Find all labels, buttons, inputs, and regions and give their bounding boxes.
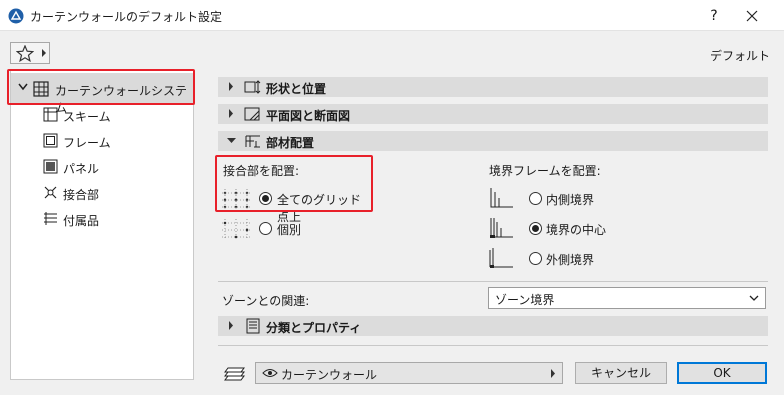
zone-relation-value: ゾーン境界: [495, 293, 555, 307]
zone-relation-select[interactable]: ゾーン境界: [488, 287, 766, 309]
close-icon[interactable]: [746, 10, 758, 22]
caret-right-icon: [42, 49, 46, 57]
layers-icon: [224, 367, 245, 381]
individual-points-icon: [222, 219, 252, 239]
divider: [218, 281, 768, 282]
caret-right-icon: [229, 109, 233, 118]
radio-button[interactable]: [259, 222, 272, 235]
cancel-button[interactable]: キャンセル: [575, 362, 667, 384]
eye-icon: [262, 369, 278, 377]
section-member-placement[interactable]: 部材配置: [218, 131, 768, 151]
highlight-frame-tree: [7, 69, 195, 105]
tree-item-panel[interactable]: パネル: [41, 157, 191, 177]
boundary-center-icon: [490, 218, 513, 238]
tree-item-label: 接合部: [63, 188, 100, 202]
frame-icon: [43, 133, 58, 148]
boundary-heading: 境界フレームを配置:: [489, 164, 601, 178]
tree-item-label: スキーム: [63, 110, 111, 124]
section-shape-position[interactable]: 形状と位置: [218, 77, 768, 97]
favorites-button[interactable]: [10, 42, 50, 64]
zone-label: ゾーンとの関連:: [222, 294, 310, 308]
plan-section-icon: [244, 107, 260, 121]
radio-label: 個別: [277, 223, 302, 237]
chevron-down-icon: [749, 295, 759, 301]
section-label: 部材配置: [266, 136, 315, 150]
tree-item-label: 付属品: [63, 214, 100, 228]
radio-individual[interactable]: 個別: [222, 218, 372, 240]
scheme-icon: [43, 107, 58, 122]
radio-label: 境界の中心: [546, 223, 607, 237]
help-button[interactable]: ?: [700, 5, 728, 27]
window-title: カーテンウォールのデフォルト設定: [30, 10, 223, 24]
radio-button[interactable]: [529, 192, 542, 205]
ok-button[interactable]: OK: [677, 362, 767, 384]
radio-label: 内側境界: [546, 193, 595, 207]
section-label: 形状と位置: [266, 82, 327, 96]
highlight-frame-junction: [215, 155, 373, 212]
caret-right-icon: [551, 369, 555, 378]
section-label: 分類とプロパティ: [266, 321, 362, 335]
caret-right-icon: [229, 82, 233, 91]
tree-item-accessory[interactable]: 付属品: [41, 209, 191, 229]
default-label: デフォルト: [709, 49, 770, 63]
section-classification-properties[interactable]: 分類とプロパティ: [218, 316, 768, 336]
tree-item-label: フレーム: [63, 136, 111, 150]
outer-boundary-icon: [489, 248, 513, 268]
accessory-icon: [44, 212, 57, 225]
layer-value: カーテンウォール: [281, 368, 378, 382]
caret-right-icon: [229, 321, 233, 330]
section-plan-section[interactable]: 平面図と断面図: [218, 104, 768, 124]
close-button[interactable]: [738, 5, 766, 27]
radio-button[interactable]: [529, 222, 542, 235]
caret-down-icon: [227, 138, 236, 143]
tree-item-junction[interactable]: 接合部: [41, 183, 191, 203]
shape-position-icon: [244, 80, 261, 94]
radio-inner-boundary[interactable]: 内側境界: [489, 188, 639, 210]
section-label: 平面図と断面図: [266, 109, 351, 123]
layer-select[interactable]: カーテンウォール: [255, 362, 563, 384]
radio-button[interactable]: [529, 252, 542, 265]
title-bar: カーテンウォールのデフォルト設定 ?: [0, 0, 784, 31]
settings-tree: カーテンウォールシステム スキーム フレーム パネル 接合部 付属品: [10, 70, 195, 380]
member-placement-icon: [245, 135, 260, 148]
radio-label: 外側境界: [546, 253, 595, 267]
inner-boundary-icon: [490, 188, 513, 208]
tree-item-frame[interactable]: フレーム: [41, 131, 191, 151]
radio-boundary-center[interactable]: 境界の中心: [489, 218, 639, 240]
junction-icon: [44, 186, 57, 199]
radio-outer-boundary[interactable]: 外側境界: [489, 248, 639, 270]
panel-icon: [43, 159, 58, 174]
archicad-logo-icon: [8, 8, 24, 24]
tree-item-scheme[interactable]: スキーム: [41, 105, 191, 125]
tree-item-label: パネル: [63, 162, 100, 176]
classification-icon: [246, 318, 260, 334]
star-icon: [16, 45, 34, 62]
divider: [218, 345, 768, 346]
